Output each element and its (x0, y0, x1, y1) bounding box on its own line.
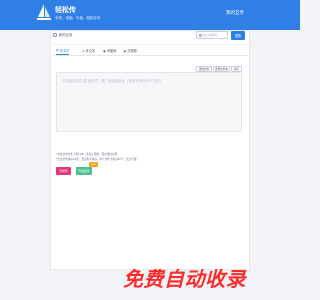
brand-name[interactable]: 轻松传 (55, 5, 76, 15)
tab-label: 传文本 (85, 49, 96, 53)
search-field[interactable] (196, 31, 228, 39)
video-icon: ▶ (124, 48, 127, 53)
watermark-text: 免费自动收录 (123, 267, 246, 291)
tab-label: 传图像 (106, 49, 117, 53)
drop-zone-hint: 点击选择文件 或 拖文件（夹）拖放到此处（单次可添加10个文件） (62, 79, 164, 83)
tab-files[interactable]: ▤ 传文件 (56, 46, 70, 55)
tab-text[interactable]: ≡ 传文本 (82, 46, 95, 55)
retention-note: *会员文件保存14天，会员永久保存，单个文件不超过20个，会员不限 (56, 158, 137, 161)
tab-label: 传文件 (59, 48, 70, 53)
brand-slogan: 手机、电脑、平板、轻松互传 (55, 16, 101, 20)
breadcrumb-label[interactable]: 我的互传 (59, 33, 73, 38)
tab-label: 传视频 (127, 49, 137, 53)
tab-underline (53, 55, 247, 56)
limit-note: *非会员单文件上限1GB，会员无限制，费用限时免费 (56, 153, 118, 156)
breadcrumb: 我的互传 (53, 31, 73, 39)
text-icon: ≡ (82, 48, 85, 53)
vip-button[interactable]: 开通会员 (76, 167, 92, 175)
my-transfers-link[interactable]: 我的互传 (226, 10, 244, 16)
sailboat-logo-icon[interactable] (36, 3, 52, 23)
tab-images[interactable]: ▣ 传图像 (103, 46, 116, 55)
search-icon (198, 33, 202, 37)
image-icon: ▣ (103, 48, 106, 53)
tab-videos[interactable]: ▶ 传视频 (124, 46, 137, 55)
pickup-code-input[interactable] (203, 33, 227, 37)
hot-badge: hot (89, 162, 98, 167)
card-divider (50, 44, 250, 45)
file-drop-zone[interactable]: 点击选择文件 或 拖文件（夹）拖放到此处（单次可添加10个文件） (56, 72, 242, 132)
pickup-button[interactable]: 提取 (231, 31, 245, 40)
start-upload-button[interactable]: 开始传 (56, 167, 71, 175)
top-header: 轻松传 手机、电脑、平板、轻松互传 我的互传 (0, 0, 300, 30)
file-icon: ▤ (56, 48, 59, 52)
home-icon (53, 33, 57, 37)
